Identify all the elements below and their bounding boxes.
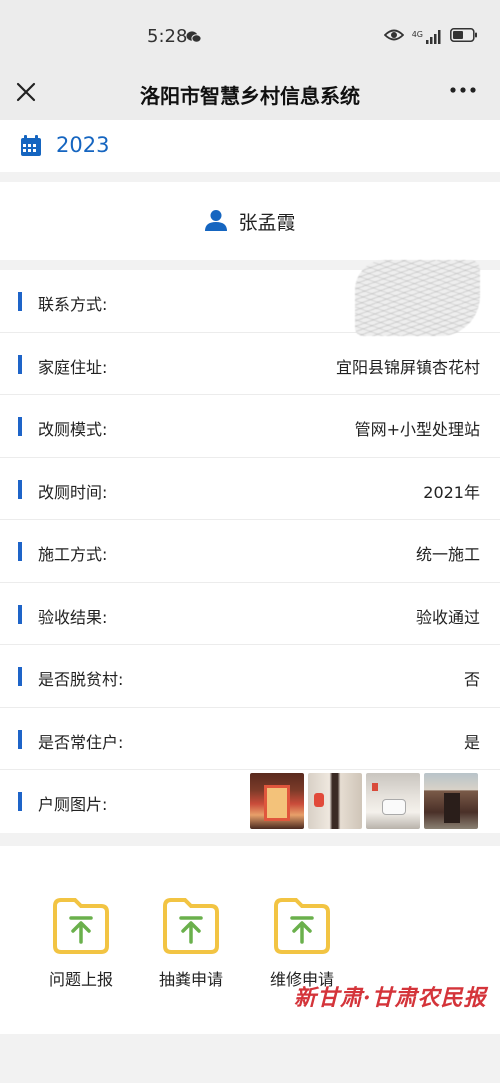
signal-icon: 4G <box>411 29 442 44</box>
folder-upload-icon <box>51 898 111 958</box>
info-value: 2021年 <box>423 482 480 502</box>
info-row-acceptance: 验收结果: 验收通过 <box>0 583 500 645</box>
info-row-contact: 联系方式: <box>0 260 500 336</box>
info-label: 是否脱贫村: <box>38 670 124 689</box>
label-marker <box>18 417 22 436</box>
info-row-construction: 施工方式: 统一施工 <box>0 520 500 583</box>
toilet-photo[interactable] <box>250 773 304 829</box>
nav-bar: 洛阳市智慧乡村信息系统 <box>0 70 500 120</box>
info-value: 宜阳县锦屏镇杏花村 <box>335 357 480 377</box>
report-issue-button[interactable]: 问题上报 <box>36 896 126 990</box>
info-value: 统一施工 <box>415 545 480 564</box>
info-label: 户厕图片: <box>38 795 108 814</box>
photo-strip <box>250 773 478 829</box>
network-type: 4G <box>411 29 423 39</box>
eye-icon <box>383 27 404 46</box>
info-label: 改厕模式: <box>38 420 108 439</box>
info-row-resident: 是否常住户: 是 <box>0 708 500 770</box>
action-label: 问题上报 <box>48 970 113 989</box>
septic-pumping-request-button[interactable]: 抽粪申请 <box>146 896 236 990</box>
person-card: 张孟霞 <box>0 182 500 260</box>
info-label: 施工方式: <box>38 545 108 564</box>
more-options-icon[interactable] <box>450 80 476 112</box>
info-list: 联系方式: 家庭住址: 宜阳县锦屏镇杏花村 改厕模式: 管网+小型处理站 改厕时… <box>0 260 500 833</box>
toilet-photo[interactable] <box>308 773 362 829</box>
status-time: 5:28 <box>147 26 188 47</box>
action-label: 抽粪申请 <box>158 970 223 989</box>
year-selector[interactable]: 2023 <box>0 120 500 172</box>
label-marker <box>18 542 22 561</box>
label-marker <box>18 604 22 624</box>
person-name: 张孟霞 <box>238 212 296 234</box>
battery-icon <box>450 27 478 46</box>
year-value: 2023 <box>56 133 110 157</box>
status-bar: 5:28 4G <box>0 0 500 70</box>
info-label: 家庭住址: <box>38 357 108 377</box>
repair-request-button[interactable]: 维修申请 <box>257 896 347 990</box>
label-marker <box>18 292 22 311</box>
calendar-icon <box>20 135 42 161</box>
toilet-photo[interactable] <box>424 773 478 829</box>
info-value: 是 <box>463 732 480 752</box>
watermark-logo: 新甘肃·甘肃农民报 <box>294 985 487 1011</box>
info-row-poverty-village: 是否脱贫村: 否 <box>0 645 500 708</box>
info-row-photos: 户厕图片: <box>0 770 500 833</box>
wechat-icon <box>186 29 202 48</box>
user-icon <box>204 209 228 235</box>
label-marker <box>18 479 22 499</box>
info-row-toilet-time: 改厕时间: 2021年 <box>0 458 500 520</box>
page-title: 洛阳市智慧乡村信息系统 <box>140 84 360 108</box>
info-label: 联系方式: <box>38 295 108 314</box>
info-value: 管网+小型处理站 <box>354 420 480 439</box>
info-row-toilet-mode: 改厕模式: 管网+小型处理站 <box>0 395 500 458</box>
redacted-contact <box>355 260 480 336</box>
label-marker <box>18 729 22 749</box>
info-label: 验收结果: <box>38 607 108 627</box>
status-icons: 4G <box>383 27 478 46</box>
folder-upload-icon <box>272 898 332 958</box>
label-marker <box>18 792 22 811</box>
info-label: 改厕时间: <box>38 482 108 502</box>
label-marker <box>18 667 22 686</box>
toilet-photo[interactable] <box>366 773 420 829</box>
info-row-address: 家庭住址: 宜阳县锦屏镇杏花村 <box>0 333 500 395</box>
info-label: 是否常住户: <box>38 732 124 752</box>
label-marker <box>18 354 22 374</box>
info-value: 否 <box>463 670 480 689</box>
info-value: 验收通过 <box>415 607 480 627</box>
folder-upload-icon <box>161 898 221 958</box>
